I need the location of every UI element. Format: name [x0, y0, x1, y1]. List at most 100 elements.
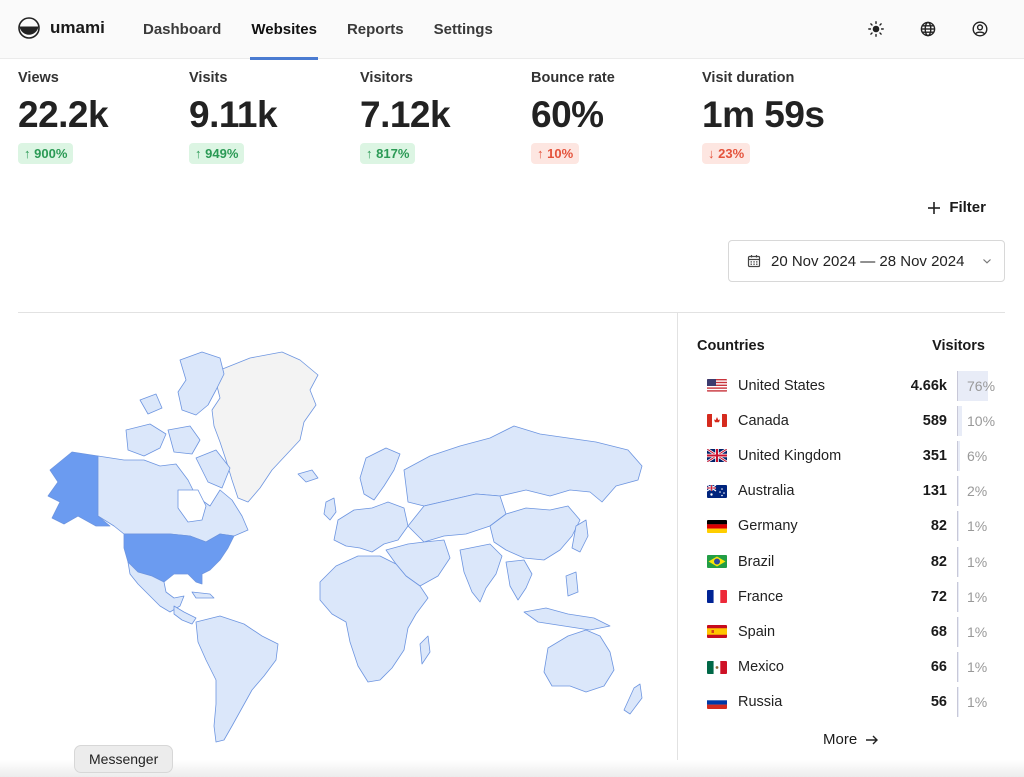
- map-iceland[interactable]: [297, 469, 319, 483]
- country-row[interactable]: Russia 56 1%: [697, 685, 997, 720]
- nav-settings[interactable]: Settings: [434, 0, 493, 59]
- map-canada-arctic-3[interactable]: [167, 425, 201, 455]
- metric-views: Views 22.2k ↑ 900%: [18, 70, 189, 164]
- nav-websites[interactable]: Websites: [250, 0, 318, 60]
- percentage-text: 1%: [967, 623, 988, 640]
- metric-visits: Visits 9.11k ↑ 949%: [189, 70, 360, 164]
- metric-change-value: 817%: [376, 146, 410, 161]
- map-philippines[interactable]: [565, 571, 579, 597]
- country-row[interactable]: United States 4.66k 76%: [697, 368, 997, 403]
- country-visitor-count: 56: [930, 694, 947, 711]
- country-percentage: 1%: [957, 546, 997, 577]
- date-range-label: 20 Nov 2024 — 28 Nov 2024: [771, 252, 965, 270]
- plus-icon: [928, 201, 941, 214]
- user-icon: [972, 21, 988, 37]
- metric-change-value: 949%: [205, 146, 239, 161]
- map-scandinavia[interactable]: [359, 447, 401, 501]
- countries-column-header: Countries: [697, 338, 765, 354]
- filter-button[interactable]: Filter: [927, 199, 986, 216]
- arrow-up-icon: ↑: [195, 146, 202, 161]
- country-row[interactable]: Spain 68 1%: [697, 614, 997, 649]
- map-southeast-asia[interactable]: [505, 559, 533, 601]
- percentage-bar: [958, 476, 959, 507]
- map-europe[interactable]: [333, 501, 409, 553]
- arrow-down-icon: ↓: [708, 146, 715, 161]
- map-uk[interactable]: [323, 497, 337, 521]
- country-row[interactable]: Mexico 66 1%: [697, 650, 997, 685]
- more-label: More: [823, 731, 858, 748]
- map-south-america[interactable]: [195, 615, 279, 743]
- top-navigation-bar: umami Dashboard Websites Reports Setting…: [0, 0, 1024, 60]
- country-percentage: 1%: [957, 511, 997, 542]
- profile-button[interactable]: [970, 19, 990, 39]
- language-button[interactable]: [918, 19, 938, 39]
- map-central-america[interactable]: [173, 605, 197, 625]
- country-name: Brazil: [738, 553, 775, 570]
- metric-label: Visit duration: [702, 70, 795, 86]
- map-madagascar[interactable]: [419, 635, 431, 665]
- percentage-text: 10%: [967, 412, 996, 429]
- percentage-text: 6%: [967, 447, 988, 464]
- visitors-column-header: Visitors: [932, 338, 985, 354]
- nav-dashboard[interactable]: Dashboard: [143, 0, 221, 59]
- metric-change-badge: ↑ 900%: [18, 143, 74, 164]
- country-row[interactable]: France 72 1%: [697, 579, 997, 614]
- world-map[interactable]: [20, 330, 660, 750]
- map-new-zealand[interactable]: [623, 683, 643, 715]
- theme-toggle-button[interactable]: [866, 19, 886, 39]
- panel-divider: [677, 313, 678, 777]
- filter-label: Filter: [949, 199, 986, 216]
- countries-header: Countries Visitors: [697, 338, 997, 358]
- metrics-bar: Views 22.2k ↑ 900% Visits 9.11k ↑ 949% Visitor…: [18, 70, 902, 164]
- country-percentage: 1%: [957, 652, 997, 683]
- country-row[interactable]: United Kingdom 351 6%: [697, 438, 997, 473]
- percentage-text: 1%: [967, 553, 988, 570]
- metric-value: 22.2k: [18, 94, 109, 135]
- main-nav: Dashboard Websites Reports Settings: [143, 0, 523, 60]
- map-india[interactable]: [459, 543, 503, 603]
- metric-label: Bounce rate: [531, 70, 615, 86]
- country-row[interactable]: Australia 131 2%: [697, 474, 997, 509]
- country-visitor-count: 66: [930, 659, 947, 676]
- arrow-up-icon: ↑: [24, 146, 31, 161]
- date-range-picker[interactable]: 20 Nov 2024 — 28 Nov 2024: [728, 240, 1005, 282]
- percentage-bar: [958, 405, 962, 436]
- metric-change-badge: ↓ 23%: [702, 143, 751, 164]
- flag-mx-icon: [707, 660, 727, 674]
- country-list: United States 4.66k 76% Canada 589 10% United …: [697, 368, 997, 720]
- country-row[interactable]: Brazil 82 1%: [697, 544, 997, 579]
- country-name: Australia: [738, 483, 795, 500]
- calendar-icon: [747, 255, 761, 268]
- country-visitor-count: 131: [922, 483, 947, 500]
- country-percentage: 1%: [957, 616, 997, 647]
- app-logo[interactable]: umami: [18, 17, 105, 39]
- country-name: Spain: [738, 623, 776, 640]
- flag-de-icon: [707, 519, 727, 533]
- map-canada-arctic-2[interactable]: [125, 423, 167, 457]
- metric-change-value: 900%: [34, 146, 68, 161]
- map-russia[interactable]: [403, 425, 643, 507]
- country-row[interactable]: Canada 589 10%: [697, 403, 997, 438]
- countries-panel: Countries Visitors United States 4.66k 76%…: [697, 338, 997, 720]
- country-visitor-count: 4.66k: [910, 377, 947, 394]
- country-name: France: [738, 588, 784, 605]
- map-canada-arctic-5[interactable]: [139, 393, 163, 415]
- more-countries-button[interactable]: More: [823, 731, 879, 748]
- country-visitor-count: 589: [922, 412, 947, 429]
- map-caribbean[interactable]: [191, 591, 215, 599]
- country-percentage: 2%: [957, 476, 997, 507]
- country-row[interactable]: Germany 82 1%: [697, 509, 997, 544]
- top-icons: [866, 19, 990, 39]
- map-australia[interactable]: [543, 629, 615, 693]
- percentage-text: 1%: [967, 694, 988, 711]
- arrow-up-icon: ↑: [366, 146, 373, 161]
- percentage-text: 1%: [967, 659, 988, 676]
- arrow-right-icon: [866, 735, 879, 744]
- metric-label: Visitors: [360, 70, 413, 86]
- country-visitor-count: 351: [922, 447, 947, 464]
- map-greenland[interactable]: [211, 351, 319, 503]
- map-indonesia[interactable]: [523, 607, 611, 631]
- umami-logo-icon: [18, 17, 40, 39]
- nav-reports[interactable]: Reports: [347, 0, 404, 59]
- metric-change-value: 23%: [718, 146, 745, 161]
